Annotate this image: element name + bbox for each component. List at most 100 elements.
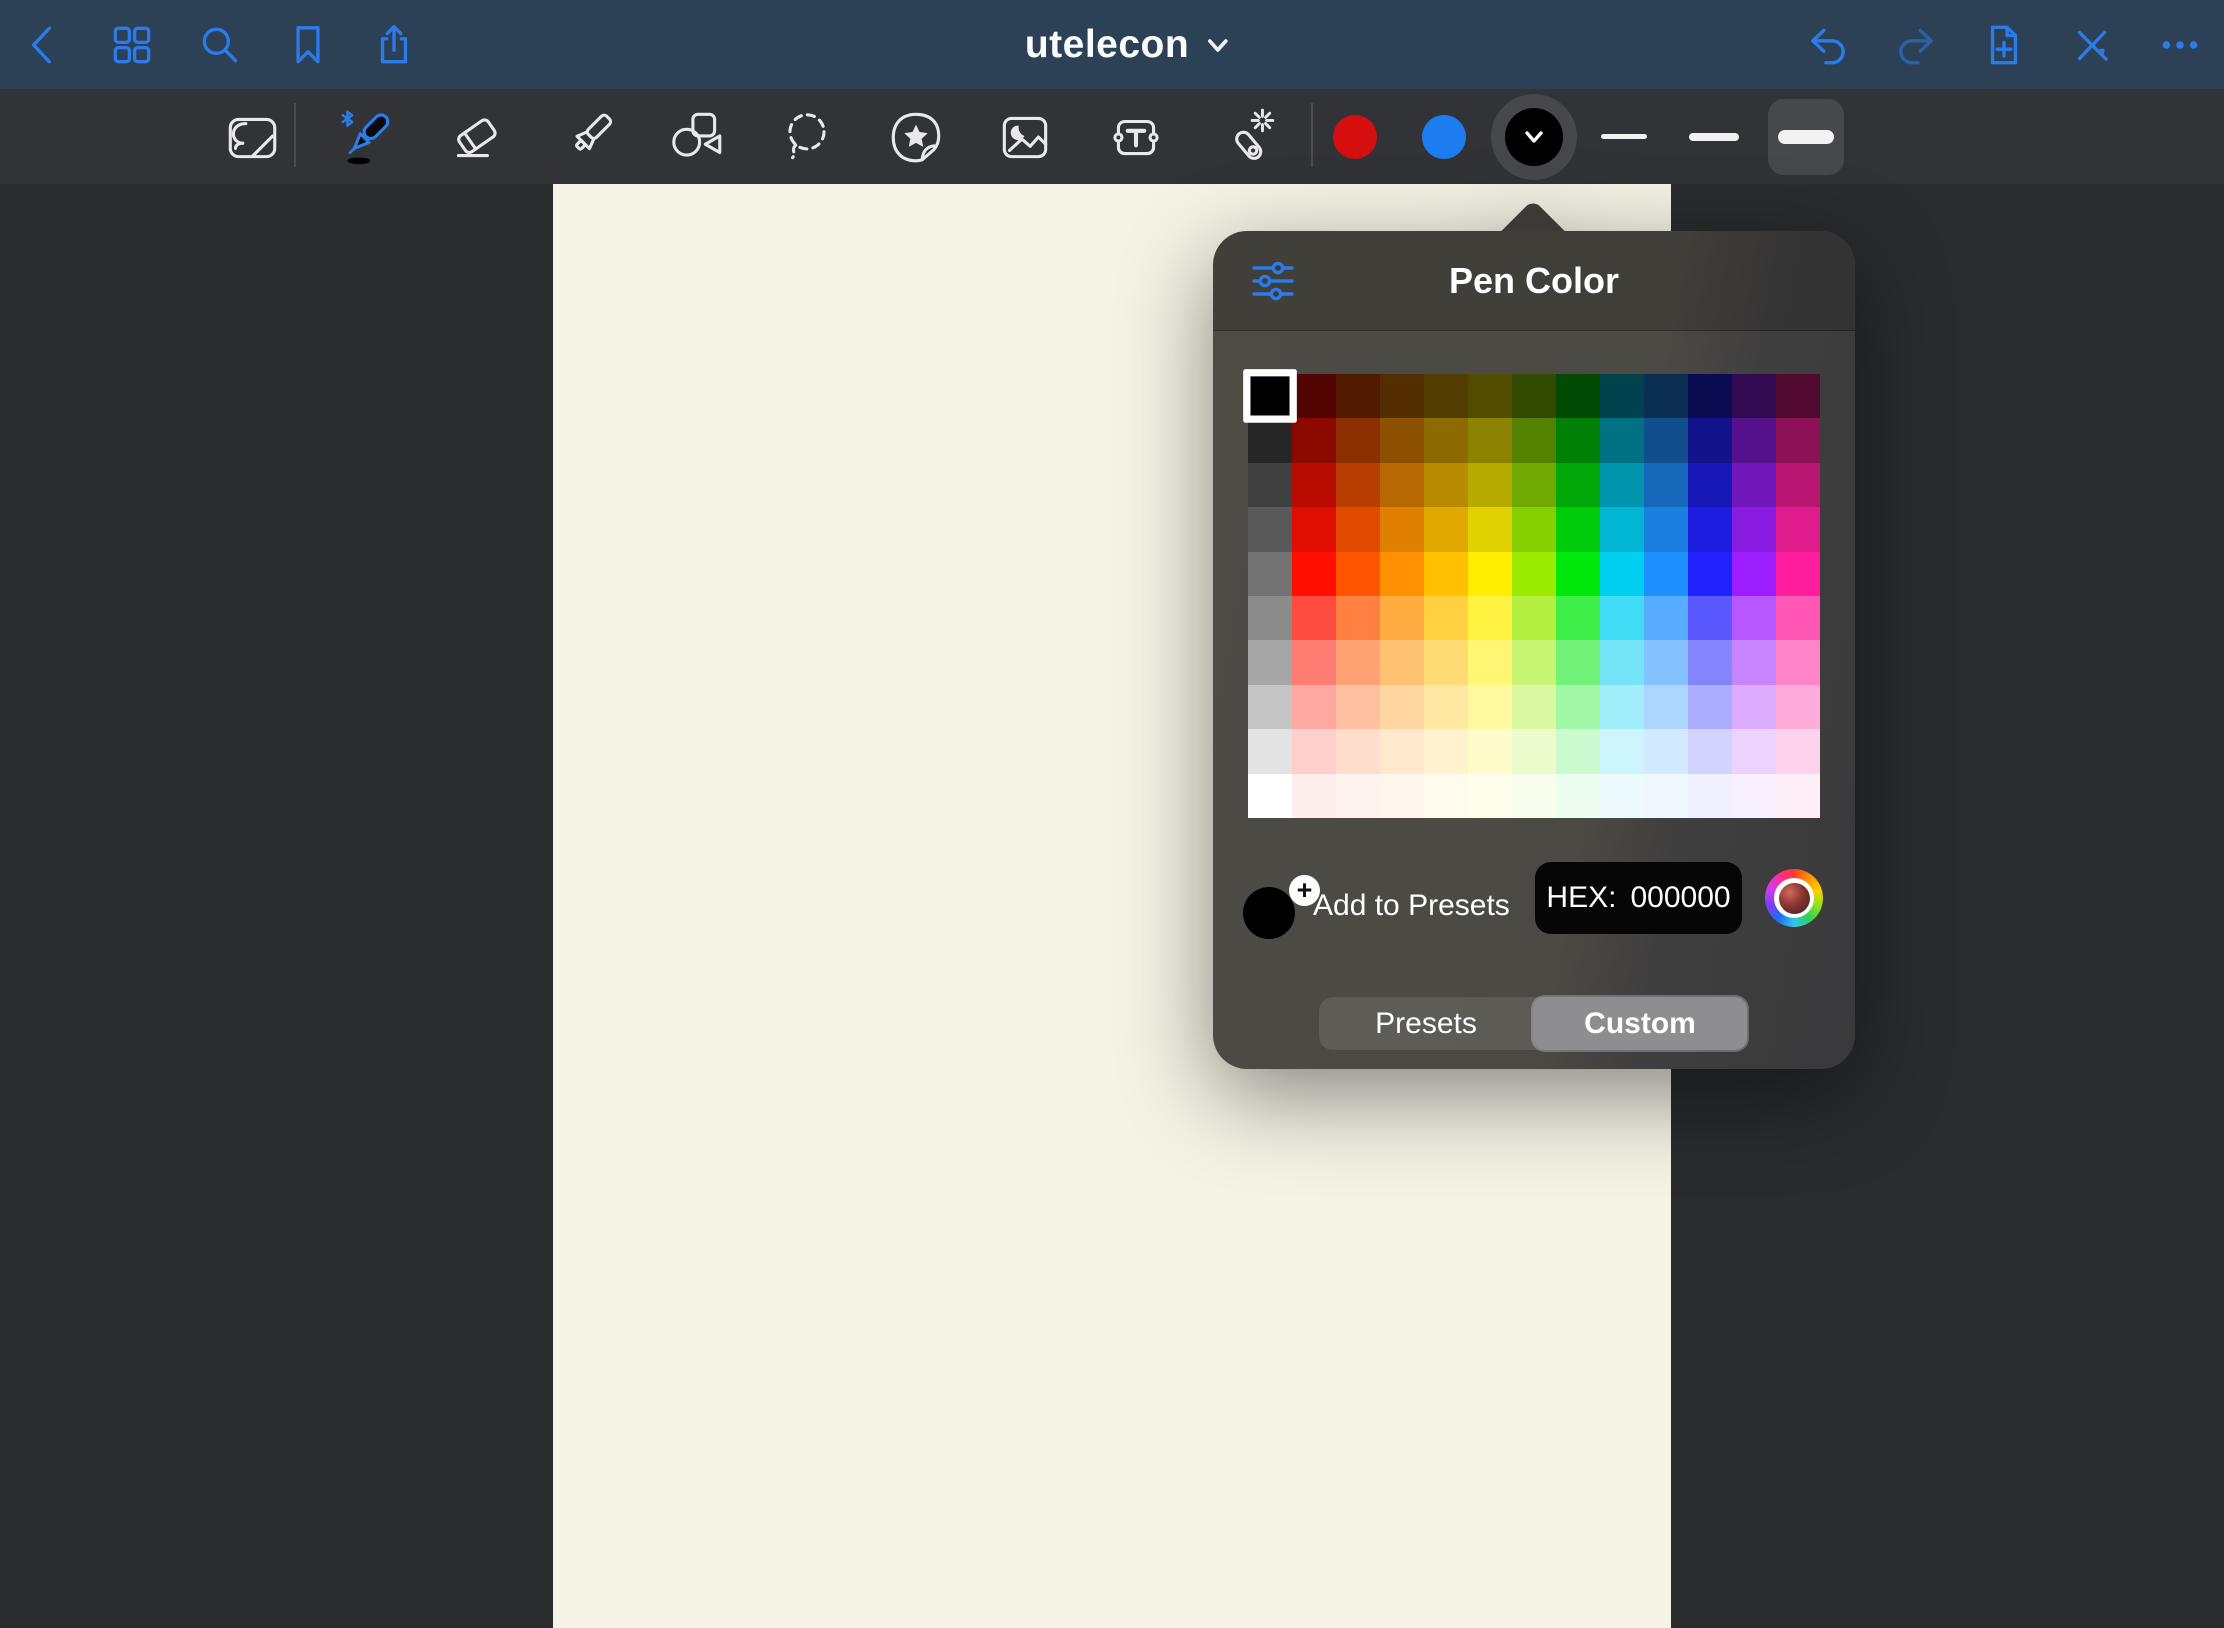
color-grid-swatch[interactable] (1468, 418, 1512, 462)
color-grid-swatch[interactable] (1688, 463, 1732, 507)
color-grid-swatch[interactable] (1600, 552, 1644, 596)
color-grid-swatch[interactable] (1776, 774, 1820, 818)
color-grid-swatch[interactable] (1292, 374, 1336, 418)
document-title-button[interactable]: utelecon (1025, 23, 1231, 67)
stroke-size-medium[interactable] (1676, 99, 1752, 175)
color-grid-swatch[interactable] (1644, 374, 1688, 418)
eraser-tool-icon[interactable] (442, 103, 510, 171)
color-grid-swatch[interactable] (1556, 418, 1600, 462)
redo-icon[interactable] (1890, 19, 1942, 71)
color-grid-swatch[interactable] (1600, 774, 1644, 818)
color-grid-swatch[interactable] (1336, 418, 1380, 462)
color-grid-swatch[interactable] (1468, 774, 1512, 818)
color-grid-swatch[interactable] (1688, 507, 1732, 551)
color-grid-swatch[interactable] (1424, 774, 1468, 818)
color-grid-swatch[interactable] (1243, 369, 1297, 423)
color-grid-swatch[interactable] (1600, 685, 1644, 729)
color-grid-swatch[interactable] (1776, 374, 1820, 418)
color-grid-swatch[interactable] (1644, 552, 1688, 596)
color-grid-swatch[interactable] (1248, 685, 1292, 729)
page-thumbnails-icon[interactable] (106, 19, 158, 71)
color-grid-swatch[interactable] (1556, 640, 1600, 684)
color-grid-swatch[interactable] (1732, 640, 1776, 684)
color-grid-swatch[interactable] (1556, 774, 1600, 818)
color-grid-swatch[interactable] (1292, 729, 1336, 773)
add-to-presets-label[interactable]: Add to Presets (1313, 875, 1510, 937)
color-grid-swatch[interactable] (1468, 596, 1512, 640)
color-grid-swatch[interactable] (1556, 596, 1600, 640)
color-grid-swatch[interactable] (1292, 640, 1336, 684)
sticker-tool-icon[interactable] (882, 103, 950, 171)
color-grid-swatch[interactable] (1776, 685, 1820, 729)
color-grid-swatch[interactable] (1732, 418, 1776, 462)
text-tool-icon[interactable] (1102, 103, 1170, 171)
color-grid-swatch[interactable] (1732, 507, 1776, 551)
color-grid-swatch[interactable] (1776, 729, 1820, 773)
image-tool-icon[interactable] (991, 103, 1059, 171)
color-grid-swatch[interactable] (1248, 640, 1292, 684)
color-grid-swatch[interactable] (1336, 552, 1380, 596)
color-grid-swatch[interactable] (1556, 507, 1600, 551)
color-grid-swatch[interactable] (1424, 685, 1468, 729)
color-grid-swatch[interactable] (1380, 418, 1424, 462)
color-grid-swatch[interactable] (1556, 552, 1600, 596)
color-swatch-blue[interactable] (1422, 115, 1466, 159)
color-grid-swatch[interactable] (1380, 552, 1424, 596)
color-grid-swatch[interactable] (1292, 507, 1336, 551)
tab-custom[interactable]: Custom (1533, 997, 1747, 1050)
color-grid-swatch[interactable] (1688, 640, 1732, 684)
color-grid-swatch[interactable] (1336, 507, 1380, 551)
color-grid-swatch[interactable] (1424, 418, 1468, 462)
color-grid-swatch[interactable] (1336, 596, 1380, 640)
color-swatch-red[interactable] (1333, 115, 1377, 159)
color-grid-swatch[interactable] (1336, 729, 1380, 773)
color-grid-swatch[interactable] (1644, 729, 1688, 773)
color-grid-swatch[interactable] (1380, 729, 1424, 773)
color-grid-swatch[interactable] (1688, 374, 1732, 418)
color-grid-swatch[interactable] (1600, 418, 1644, 462)
color-grid-swatch[interactable] (1336, 640, 1380, 684)
color-grid-swatch[interactable] (1512, 507, 1556, 551)
color-grid-swatch[interactable] (1776, 552, 1820, 596)
color-grid-swatch[interactable] (1336, 374, 1380, 418)
color-grid-swatch[interactable] (1512, 685, 1556, 729)
stroke-size-thick-selected[interactable] (1768, 99, 1844, 175)
color-grid-swatch[interactable] (1292, 774, 1336, 818)
color-grid-swatch[interactable] (1776, 640, 1820, 684)
color-grid-swatch[interactable] (1732, 774, 1776, 818)
tab-presets[interactable]: Presets (1319, 997, 1533, 1050)
shapes-tool-icon[interactable] (662, 103, 730, 171)
color-grid-swatch[interactable] (1248, 774, 1292, 818)
color-grid-swatch[interactable] (1336, 774, 1380, 818)
color-grid-swatch[interactable] (1468, 552, 1512, 596)
color-grid-swatch[interactable] (1732, 596, 1776, 640)
color-grid-swatch[interactable] (1292, 418, 1336, 462)
color-grid-swatch[interactable] (1644, 640, 1688, 684)
add-page-icon[interactable] (1978, 19, 2030, 71)
color-grid-swatch[interactable] (1644, 774, 1688, 818)
color-grid-swatch[interactable] (1468, 729, 1512, 773)
add-to-presets-button[interactable]: + (1243, 875, 1319, 937)
color-grid-swatch[interactable] (1688, 729, 1732, 773)
color-grid-swatch[interactable] (1380, 374, 1424, 418)
color-grid-swatch[interactable] (1600, 729, 1644, 773)
color-grid-swatch[interactable] (1512, 418, 1556, 462)
color-grid-swatch[interactable] (1556, 463, 1600, 507)
color-grid-swatch[interactable] (1512, 640, 1556, 684)
color-grid-swatch[interactable] (1424, 596, 1468, 640)
color-grid-swatch[interactable] (1424, 552, 1468, 596)
color-grid-swatch[interactable] (1468, 685, 1512, 729)
highlighter-tool-icon[interactable] (554, 103, 622, 171)
color-grid-swatch[interactable] (1248, 596, 1292, 640)
color-grid-swatch[interactable] (1644, 596, 1688, 640)
color-grid-swatch[interactable] (1776, 463, 1820, 507)
pen-options-icon[interactable] (1247, 257, 1299, 305)
color-grid-swatch[interactable] (1248, 418, 1292, 462)
color-grid-swatch[interactable] (1512, 729, 1556, 773)
color-grid-swatch[interactable] (1248, 729, 1292, 773)
color-grid-swatch[interactable] (1292, 463, 1336, 507)
color-grid-swatch[interactable] (1776, 418, 1820, 462)
color-grid-swatch[interactable] (1468, 640, 1512, 684)
stroke-size-thin[interactable] (1586, 99, 1662, 175)
color-grid-swatch[interactable] (1688, 685, 1732, 729)
